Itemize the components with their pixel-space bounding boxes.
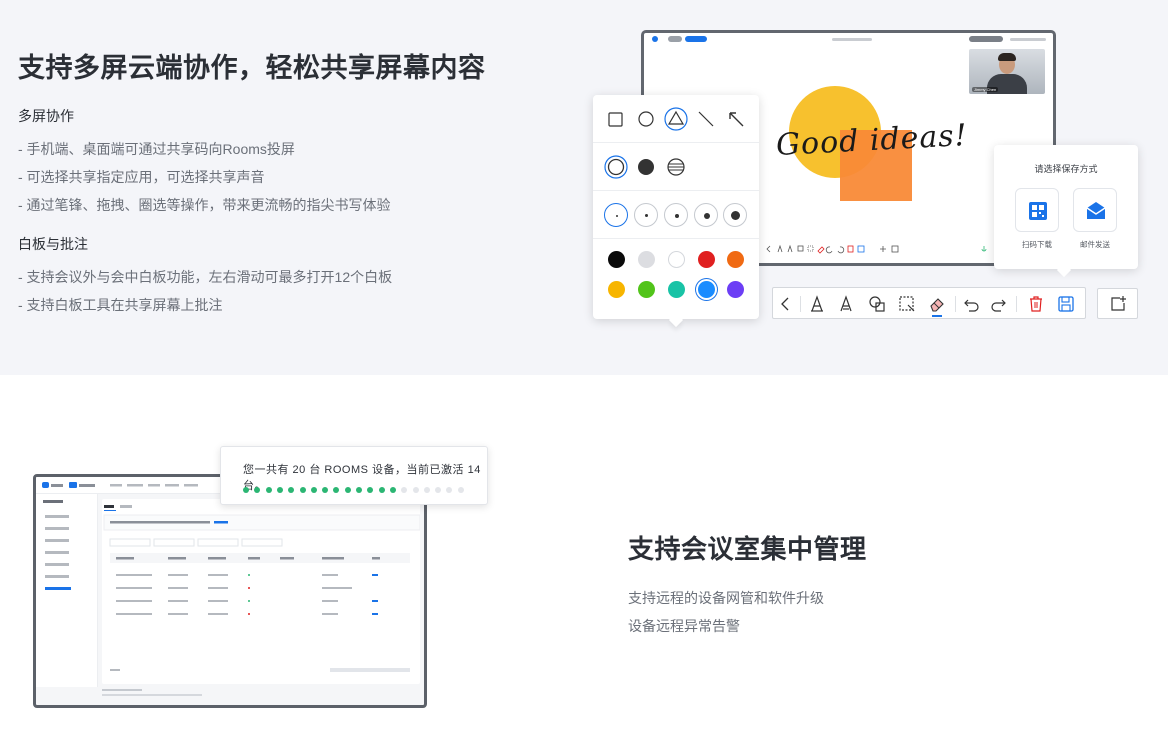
stroke-width-option[interactable] xyxy=(664,203,688,227)
color-swatch[interactable] xyxy=(668,281,685,298)
color-swatch[interactable] xyxy=(698,251,715,268)
lasso-select-icon[interactable] xyxy=(898,295,916,313)
active-device-dot xyxy=(356,487,362,493)
qr-download-button[interactable] xyxy=(1015,188,1059,232)
save-icon[interactable] xyxy=(1057,295,1075,313)
arrow-tool-icon[interactable] xyxy=(727,110,745,128)
console-sidebar xyxy=(36,494,98,687)
rectangle-tool-icon[interactable] xyxy=(607,111,624,128)
undo-icon[interactable] xyxy=(963,295,981,313)
console-device-table xyxy=(102,499,420,684)
color-palette-row xyxy=(593,239,759,319)
inactive-device-dot xyxy=(423,487,430,493)
mail-icon xyxy=(1086,202,1106,219)
color-swatch[interactable] xyxy=(608,251,625,268)
stroke-width-row xyxy=(593,191,759,239)
whiteboard-toolbar xyxy=(772,287,1086,319)
highlighter-tool-icon[interactable] xyxy=(837,295,855,313)
collaboration-title: 支持多屏云端协作，轻松共享屏幕内容 xyxy=(18,53,486,83)
device-activation-card: 您一共有 20 台 ROOMS 设备，当前已激活 14 台。 xyxy=(220,446,488,505)
stroke-width-option[interactable] xyxy=(634,203,658,227)
shapes-tool-icon[interactable] xyxy=(868,295,886,313)
color-swatch[interactable] xyxy=(608,281,625,298)
pen-tool-icon[interactable] xyxy=(808,295,826,313)
qr-download-label: 扫码下载 xyxy=(1022,240,1052,249)
active-device-dot xyxy=(344,487,351,493)
hatch-fill-icon[interactable] xyxy=(667,158,685,176)
redo-icon[interactable] xyxy=(989,295,1007,313)
stroke-width-option[interactable] xyxy=(723,203,747,227)
multi-screen-heading: 多屏协作 xyxy=(18,108,74,124)
email-send-button[interactable] xyxy=(1073,188,1117,232)
whiteboard-heading: 白板与批注 xyxy=(18,236,88,252)
console-footer xyxy=(102,689,222,698)
pen-tool-popup xyxy=(593,95,759,319)
color-swatch[interactable] xyxy=(668,251,685,268)
add-page-icon xyxy=(1111,296,1126,311)
feature-item: - 支持会议外与会中白板功能，左右滑动可最多打开12个白板 xyxy=(18,269,393,285)
solid-fill-icon[interactable] xyxy=(637,158,655,176)
collapse-chevron-icon[interactable] xyxy=(777,295,795,313)
participant-video: Jimmy Chen xyxy=(969,49,1045,94)
active-device-dot xyxy=(389,487,396,493)
active-device-dot xyxy=(378,487,385,493)
active-device-dot xyxy=(243,487,249,493)
monitor-status-bar xyxy=(644,33,1053,47)
active-device-dot xyxy=(299,487,306,493)
color-swatch[interactable] xyxy=(638,251,655,268)
active-device-dot xyxy=(310,487,317,493)
feature-item: - 手机端、桌面端可通过共享码向Rooms投屏 xyxy=(18,141,295,157)
color-swatch[interactable] xyxy=(727,281,744,298)
circle-tool-icon[interactable] xyxy=(637,110,655,128)
shape-tools-row xyxy=(593,95,759,143)
delete-icon[interactable] xyxy=(1027,295,1045,313)
whiteboard-feature-group: 白板与批注 - 支持会议外与会中白板功能，左右滑动可最多打开12个白板 - 支持… xyxy=(18,234,392,319)
color-swatch[interactable] xyxy=(698,281,715,298)
room-management-title: 支持会议室集中管理 xyxy=(628,534,867,564)
save-method-dialog: 请选择保存方式 扫码下载 邮件发送 xyxy=(994,145,1138,269)
collaboration-section: 支持多屏云端协作，轻松共享屏幕内容 多屏协作 - 手机端、桌面端可通过共享码向R… xyxy=(0,0,1168,375)
feature-item: - 通过笔锋、拖拽、圈选等操作，带来更流畅的指尖书写体验 xyxy=(18,197,391,213)
qr-code-icon xyxy=(1029,202,1047,220)
fill-style-row xyxy=(593,143,759,191)
multi-screen-feature-group: 多屏协作 - 手机端、桌面端可通过共享码向Rooms投屏 - 可选择共享指定应用… xyxy=(18,106,391,219)
active-device-dot xyxy=(276,487,283,493)
management-feature-item: 支持远程的设备网管和软件升级 xyxy=(628,590,824,606)
admin-console-mockup xyxy=(33,474,427,708)
active-tool-indicator xyxy=(932,315,942,317)
stroke-width-option[interactable] xyxy=(694,203,718,227)
save-dialog-title: 请选择保存方式 xyxy=(1034,164,1098,174)
management-feature-item: 设备远程异常告警 xyxy=(628,618,740,634)
participant-name: Jimmy Chen xyxy=(972,87,999,92)
eraser-icon[interactable] xyxy=(928,295,946,313)
triangle-tool-icon[interactable] xyxy=(664,107,688,131)
color-swatch[interactable] xyxy=(638,281,655,298)
stroke-width-option[interactable] xyxy=(604,203,628,227)
active-device-dot xyxy=(265,487,272,493)
feature-item: - 支持白板工具在共享屏幕上批注 xyxy=(18,297,223,313)
inactive-device-dot xyxy=(412,487,419,493)
page: 支持多屏云端协作，轻松共享屏幕内容 多屏协作 - 手机端、桌面端可通过共享码向R… xyxy=(0,0,1168,749)
color-swatch[interactable] xyxy=(727,251,744,268)
outline-style-icon[interactable] xyxy=(604,155,628,179)
feature-item: - 可选择共享指定应用，可选择共享声音 xyxy=(18,169,265,185)
new-whiteboard-button[interactable] xyxy=(1097,288,1138,319)
line-tool-icon[interactable] xyxy=(697,110,715,128)
inactive-device-dot xyxy=(457,487,464,493)
email-send-label: 邮件发送 xyxy=(1080,240,1110,249)
